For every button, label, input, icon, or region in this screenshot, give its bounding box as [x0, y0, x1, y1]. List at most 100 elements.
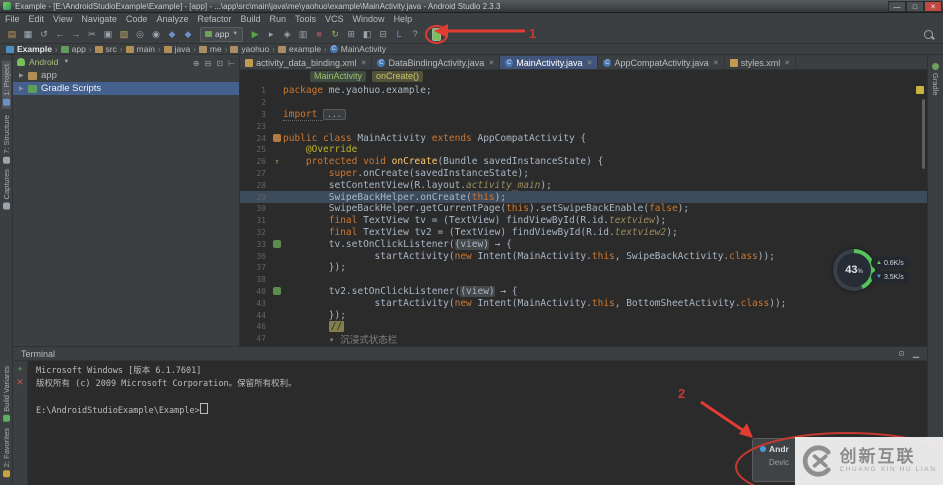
code-token: this — [471, 191, 495, 203]
code-area[interactable]: 1 package me.yaohuo.example; 2 3 import ... 2… — [240, 83, 927, 347]
run-icon[interactable]: ▶ — [247, 27, 263, 41]
breadcrumb-item-src[interactable]: src — [94, 44, 117, 54]
breadcrumb-item-yaohuo[interactable]: yaohuo — [230, 44, 269, 54]
forward-icon[interactable]: → — [68, 27, 84, 41]
tool-stripe-captures[interactable]: Captures — [2, 169, 11, 210]
find-icon[interactable]: ◎ — [132, 27, 148, 41]
paste-icon[interactable]: ▨ — [116, 27, 132, 41]
expand-arrow-icon[interactable]: ▶ — [19, 72, 28, 79]
sync-icon[interactable]: ↺ — [36, 27, 52, 41]
code-line: 28 setContentView(R.layout. activity_main… — [240, 179, 927, 191]
tool-stripe-2-favorites[interactable]: 2: Favorites — [2, 428, 11, 477]
breadcrumb-item-mainactivity[interactable]: C MainActivity — [329, 44, 386, 54]
code-token: package — [283, 85, 329, 97]
hide-panel-icon[interactable]: ⊢ — [228, 59, 235, 68]
restore-layout-icon[interactable]: ⊟ — [375, 27, 391, 41]
tab-activity-data-binding-xml[interactable]: activity_data_binding.xml ✕ — [240, 56, 373, 69]
terminal-header[interactable]: Terminal ⊙ ▁ — [13, 347, 927, 361]
menu-item-build[interactable]: Build — [240, 14, 260, 24]
menu-item-run[interactable]: Run — [270, 14, 287, 24]
menu-item-code[interactable]: Code — [126, 14, 148, 24]
search-everywhere-icon[interactable] — [924, 30, 933, 39]
android-studio-window: Example - [E:\AndroidStudioExample\Examp… — [0, 0, 943, 485]
collapse-all-icon[interactable]: ⊟ — [205, 59, 212, 68]
tool-stripe-7-structure[interactable]: 7: Structure — [2, 115, 11, 164]
back-icon[interactable]: ← — [52, 27, 68, 41]
settings-icon[interactable]: ⊕ — [193, 59, 200, 68]
open-icon[interactable]: ▤ — [4, 27, 20, 41]
replace-icon[interactable]: ◉ — [148, 27, 164, 41]
chevron-down-icon[interactable]: ▼ — [63, 59, 188, 65]
run-config-selector[interactable]: app ▼ — [200, 26, 244, 42]
expand-arrow-icon[interactable]: ▶ — [19, 85, 28, 92]
nav-forward-icon[interactable]: ◆ — [180, 27, 196, 41]
tab-appcompatactivity-java[interactable]: C AppCompatActivity.java ✕ — [598, 56, 725, 69]
sdk-manager-icon[interactable]: ⊞ — [343, 27, 359, 41]
menu-item-analyze[interactable]: Analyze — [156, 14, 188, 24]
minimize-button[interactable]: — — [888, 0, 906, 12]
breadcrumb-item-app[interactable]: app — [60, 44, 86, 54]
new-session-icon[interactable]: + — [17, 365, 22, 374]
close-tab-icon[interactable]: ✕ — [713, 59, 719, 67]
tool-stripe-1-project[interactable]: 1: Project — [2, 61, 11, 109]
tab-databindingactivity-java[interactable]: C DataBindingActivity.java ✕ — [372, 56, 501, 69]
android-monitor-icon[interactable]: ◧ — [359, 27, 375, 41]
copy-icon[interactable]: ▣ — [100, 27, 116, 41]
menu-item-edit[interactable]: Edit — [29, 14, 45, 24]
close-button[interactable]: ✕ — [924, 0, 942, 12]
code-line: 26 ↑ protected void onCreate (Bundle saved… — [240, 156, 927, 168]
lambda-gutter-icon[interactable] — [273, 287, 281, 296]
maximize-button[interactable]: □ — [906, 0, 924, 12]
stop-icon[interactable]: ■ — [311, 27, 327, 41]
breadcrumb-item-example[interactable]: example — [277, 44, 321, 54]
code-token: extends — [431, 132, 478, 144]
terminal-settings-icon[interactable]: ⊙ — [898, 349, 905, 358]
breadcrumb-item-main[interactable]: main — [125, 44, 155, 54]
menu-item-window[interactable]: Window — [353, 14, 385, 24]
close-tab-icon[interactable]: ✕ — [361, 59, 367, 67]
code-token: final — [328, 226, 364, 238]
menu-item-tools[interactable]: Tools — [295, 14, 316, 24]
terminal-minimize-icon[interactable]: ▁ — [913, 349, 919, 358]
package-icon — [198, 45, 207, 53]
line-number: 23 — [256, 121, 266, 131]
tool-stripe-gradle[interactable]: Gradle — [931, 63, 940, 96]
close-tab-icon[interactable]: ✕ — [784, 59, 790, 67]
menu-item-view[interactable]: View — [53, 14, 72, 24]
gradle-sync-icon[interactable]: ↻ — [327, 27, 343, 41]
l-icon[interactable]: L — [391, 27, 407, 41]
help-icon[interactable]: ? — [407, 27, 423, 41]
close-session-icon[interactable]: ✕ — [16, 378, 24, 387]
download-speed: ▼ 3.5K/s — [871, 271, 909, 283]
avd-manager-icon[interactable] — [432, 27, 442, 41]
project-item-gradle-scripts[interactable]: ▶ Gradle Scripts — [13, 82, 239, 95]
menu-item-help[interactable]: Help — [394, 14, 413, 24]
menu-item-navigate[interactable]: Navigate — [81, 14, 117, 24]
project-view-selector[interactable]: Android — [29, 57, 58, 67]
cut-icon[interactable]: ✂ — [84, 27, 100, 41]
close-tab-icon[interactable]: ✕ — [488, 59, 494, 67]
scroll-to-source-icon[interactable]: ⊡ — [216, 59, 223, 68]
attach-debugger-icon[interactable]: ▸ — [263, 27, 279, 41]
coverage-icon[interactable]: ▥ — [295, 27, 311, 41]
profile-icon[interactable]: ◈ — [279, 27, 295, 41]
lambda-gutter-icon[interactable] — [273, 240, 281, 249]
save-icon[interactable]: ▦ — [20, 27, 36, 41]
menu-item-vcs[interactable]: VCS — [325, 14, 344, 24]
menu-item-file[interactable]: File — [5, 14, 20, 24]
override-gutter-icon[interactable]: ↑ — [275, 157, 280, 166]
code-token: , BottomSheetActivity. — [614, 297, 741, 309]
breadcrumb-item-java[interactable]: java — [163, 44, 190, 54]
line-number: 47 — [256, 334, 266, 344]
class-icon: C — [329, 45, 338, 53]
breadcrumb-item-example[interactable]: Example — [6, 44, 52, 54]
close-tab-icon[interactable]: ✕ — [587, 59, 593, 67]
tab-mainactivity-java[interactable]: C MainActivity.java ✕ — [500, 56, 599, 69]
nav-back-icon[interactable]: ◆ — [164, 27, 180, 41]
window-title: Example - [E:\AndroidStudioExample\Examp… — [15, 1, 501, 11]
tool-stripe-build-variants[interactable]: Build Variants — [2, 366, 11, 422]
menu-item-refactor[interactable]: Refactor — [197, 14, 231, 24]
editor-scrollbar[interactable] — [922, 99, 925, 169]
tab-styles-xml[interactable]: styles.xml ✕ — [725, 56, 797, 69]
